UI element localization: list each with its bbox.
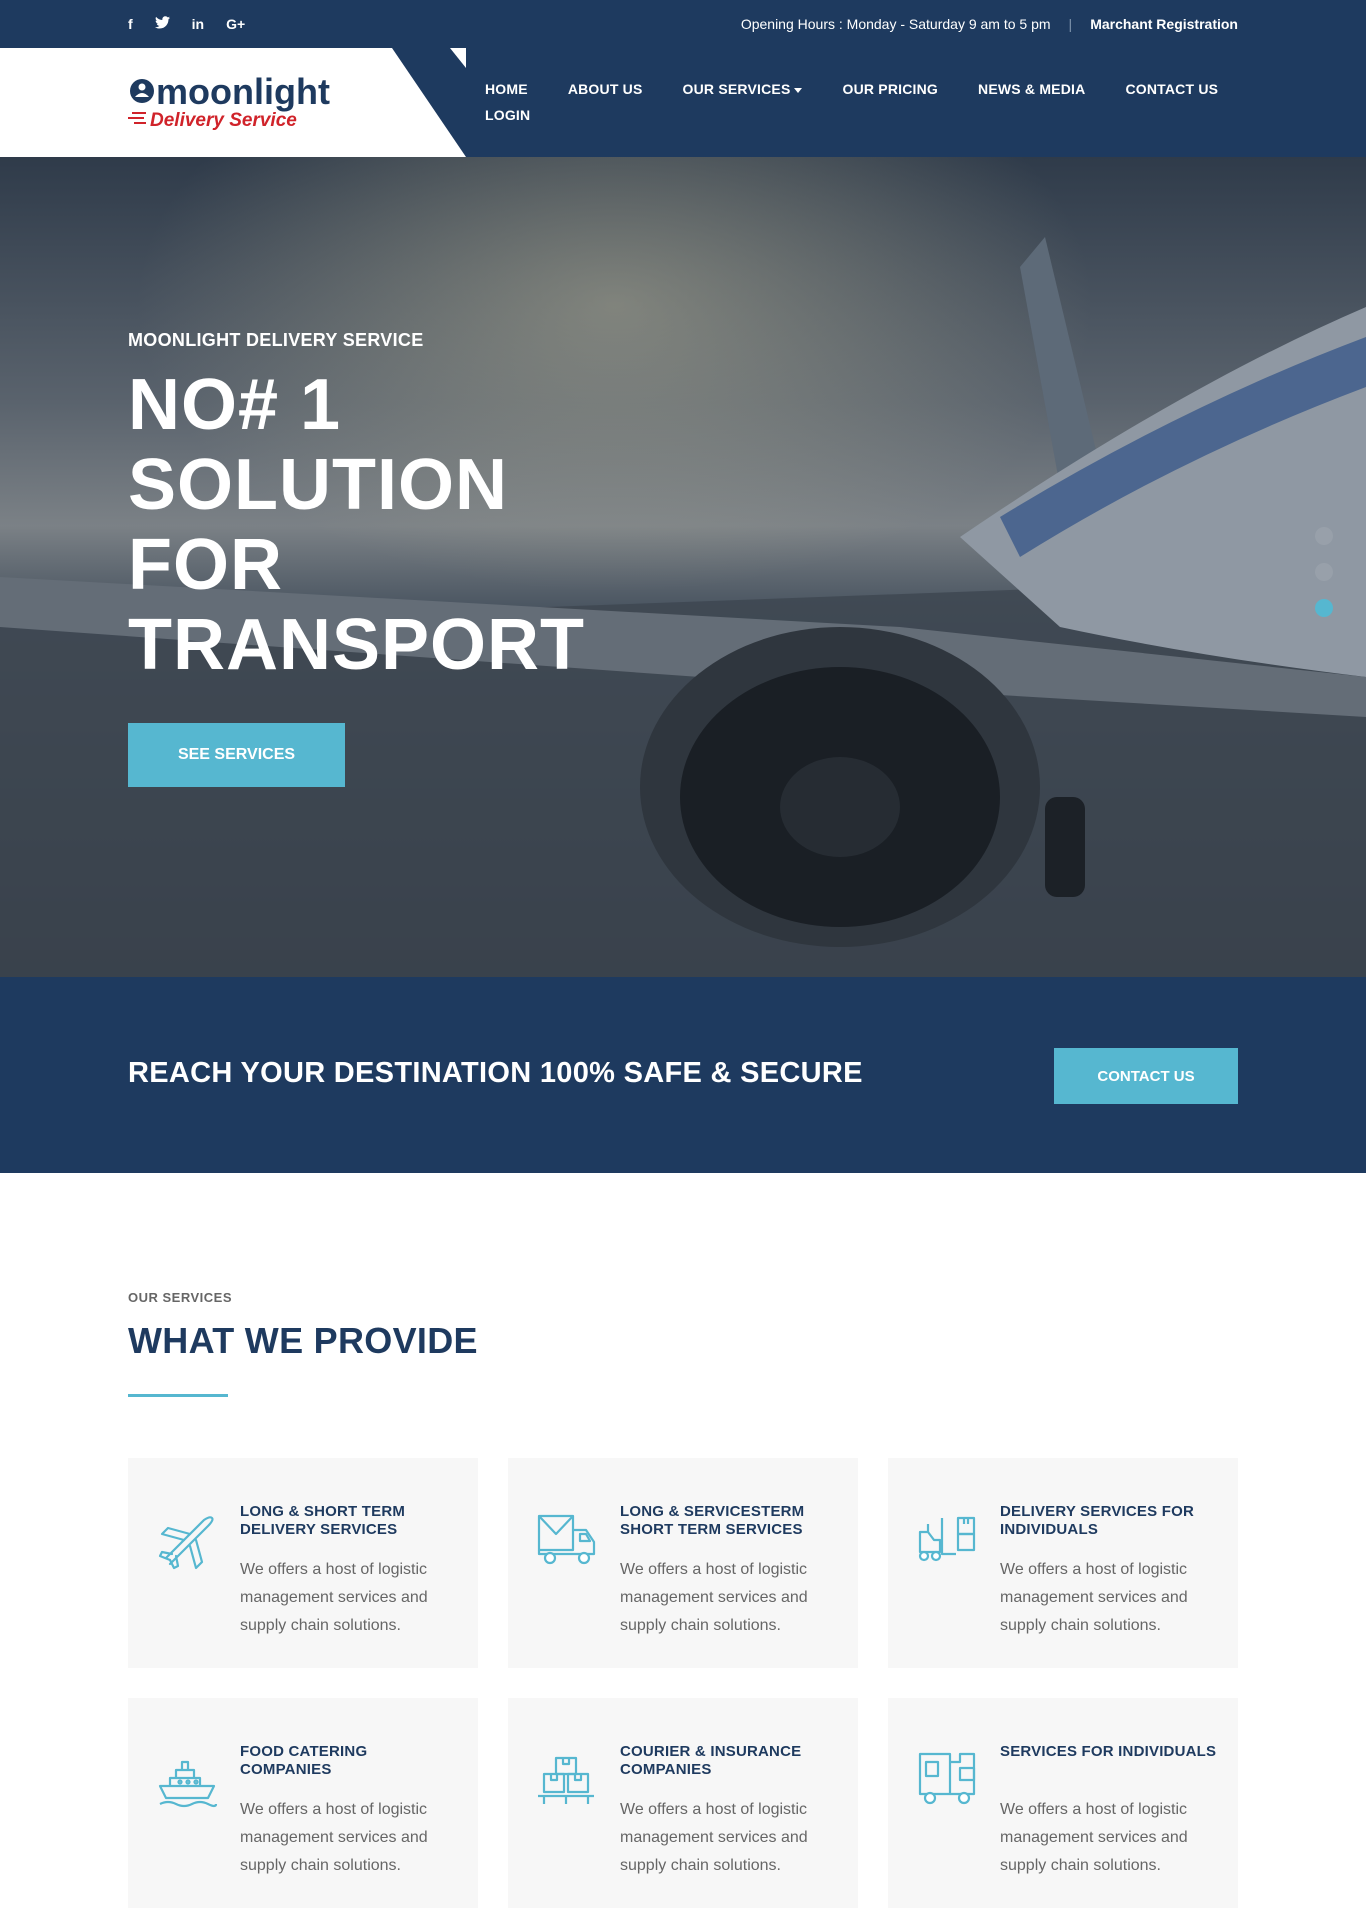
- nav-news-media[interactable]: NEWS & MEDIA: [978, 81, 1085, 97]
- service-title: COURIER & INSURANCE COMPANIES: [620, 1743, 802, 1778]
- hero-title-line: NO# 1: [128, 365, 342, 445]
- google-plus-icon[interactable]: G+: [226, 16, 245, 32]
- service-card[interactable]: DELIVERY SERVICES FOR INDIVIDUALS We off…: [888, 1458, 1238, 1668]
- nav-login[interactable]: LOGIN: [485, 107, 530, 123]
- service-title: FOOD CATERING COMPANIES: [240, 1743, 368, 1778]
- nav-about-us[interactable]: ABOUT US: [568, 81, 643, 97]
- separator: |: [1068, 16, 1073, 32]
- see-services-button[interactable]: SEE SERVICES: [128, 723, 345, 787]
- service-card[interactable]: LONG & SHORT TERM DELIVERY SERVICES We o…: [128, 1458, 478, 1668]
- service-card[interactable]: COURIER & INSURANCE COMPANIES We offers …: [508, 1698, 858, 1908]
- services-eyebrow: OUR SERVICES: [128, 1290, 233, 1305]
- service-description: We offers a host of logistic management …: [240, 1801, 428, 1874]
- top-right-info: Opening Hours : Monday - Saturday 9 am t…: [741, 0, 1238, 48]
- nav-home[interactable]: HOME: [485, 81, 528, 97]
- social-links: f in G+: [128, 0, 245, 48]
- twitter-icon[interactable]: [154, 16, 170, 32]
- nav-our-services[interactable]: OUR SERVICES: [683, 81, 803, 97]
- ship-icon: [158, 1760, 218, 1808]
- main-header: moonlight Delivery Service HOME ABOUT US…: [0, 48, 1366, 157]
- service-card[interactable]: FOOD CATERING COMPANIES We offers a host…: [128, 1698, 478, 1908]
- service-title: LONG & SERVICESTERM SHORT TERM SERVICES: [620, 1503, 805, 1538]
- service-description: We offers a host of logistic management …: [620, 1801, 808, 1874]
- facebook-icon[interactable]: f: [128, 16, 133, 32]
- delivery-truck-icon: [537, 1514, 596, 1565]
- service-description: We offers a host of logistic management …: [1000, 1801, 1188, 1874]
- forklift-icon: [918, 1516, 976, 1562]
- hero-subtitle: MOONLIGHT DELIVERY SERVICE: [128, 330, 424, 350]
- service-title: DELIVERY SERVICES FOR INDIVIDUALS: [1000, 1503, 1194, 1538]
- boxes-icon: [538, 1756, 594, 1804]
- hero-slider: MOONLIGHT DELIVERY SERVICE NO# 1 SOLUTIO…: [0, 157, 1366, 977]
- linkedin-icon[interactable]: in: [192, 16, 204, 32]
- services-title: WHAT WE PROVIDE: [128, 1320, 478, 1361]
- nav-our-services-label: OUR SERVICES: [682, 81, 791, 97]
- location-pin-icon: [130, 79, 154, 103]
- logo-notch: [450, 48, 466, 68]
- service-description: We offers a host of logistic management …: [1000, 1561, 1188, 1634]
- logo-wordmark: moonlight: [156, 71, 330, 112]
- logo-tagline: Delivery Service: [150, 110, 297, 131]
- service-card[interactable]: SERVICES FOR INDIVIDUALS We offers a hos…: [888, 1698, 1238, 1908]
- cta-heading: REACH YOUR DESTINATION 100% SAFE & SECUR…: [128, 1057, 863, 1089]
- service-title: SERVICES FOR INDIVIDUALS: [1000, 1743, 1217, 1760]
- slider-dot-2[interactable]: [1315, 563, 1333, 581]
- brand-logo[interactable]: moonlight Delivery Service: [128, 70, 348, 134]
- hero-title: NO# 1 SOLUTION FOR TRANSPORT: [128, 365, 648, 685]
- nav-our-pricing[interactable]: OUR PRICING: [842, 81, 938, 97]
- chevron-down-icon: [794, 87, 803, 93]
- service-description: We offers a host of logistic management …: [240, 1561, 428, 1634]
- slider-pagination: [1315, 527, 1333, 635]
- nav-contact-us[interactable]: CONTACT US: [1125, 81, 1218, 97]
- slider-dot-3[interactable]: [1315, 599, 1333, 617]
- hero-title-line: TRANSPORT: [128, 605, 585, 685]
- opening-hours: Opening Hours : Monday - Saturday 9 am t…: [740, 16, 1051, 32]
- service-card[interactable]: LONG & SERVICESTERM SHORT TERM SERVICES …: [508, 1458, 858, 1668]
- cargo-truck-icon: [918, 1752, 976, 1805]
- hero-title-line: SOLUTION: [128, 445, 508, 525]
- cta-band: REACH YOUR DESTINATION 100% SAFE & SECUR…: [0, 977, 1366, 1173]
- merchant-registration-link[interactable]: Marchant Registration: [1090, 16, 1238, 32]
- hero-title-line: FOR: [128, 525, 283, 605]
- title-underline: [128, 1394, 228, 1397]
- service-title: LONG & SHORT TERM DELIVERY SERVICES: [240, 1503, 406, 1538]
- airplane-icon: [158, 1516, 214, 1570]
- slider-dot-1[interactable]: [1315, 527, 1333, 545]
- top-bar: f in G+ Opening Hours : Monday - Saturda…: [0, 0, 1366, 48]
- contact-us-button[interactable]: CONTACT US: [1054, 1048, 1238, 1104]
- main-nav: HOME ABOUT US OUR SERVICES OUR PRICING N…: [485, 81, 1245, 123]
- service-description: We offers a host of logistic management …: [620, 1561, 808, 1634]
